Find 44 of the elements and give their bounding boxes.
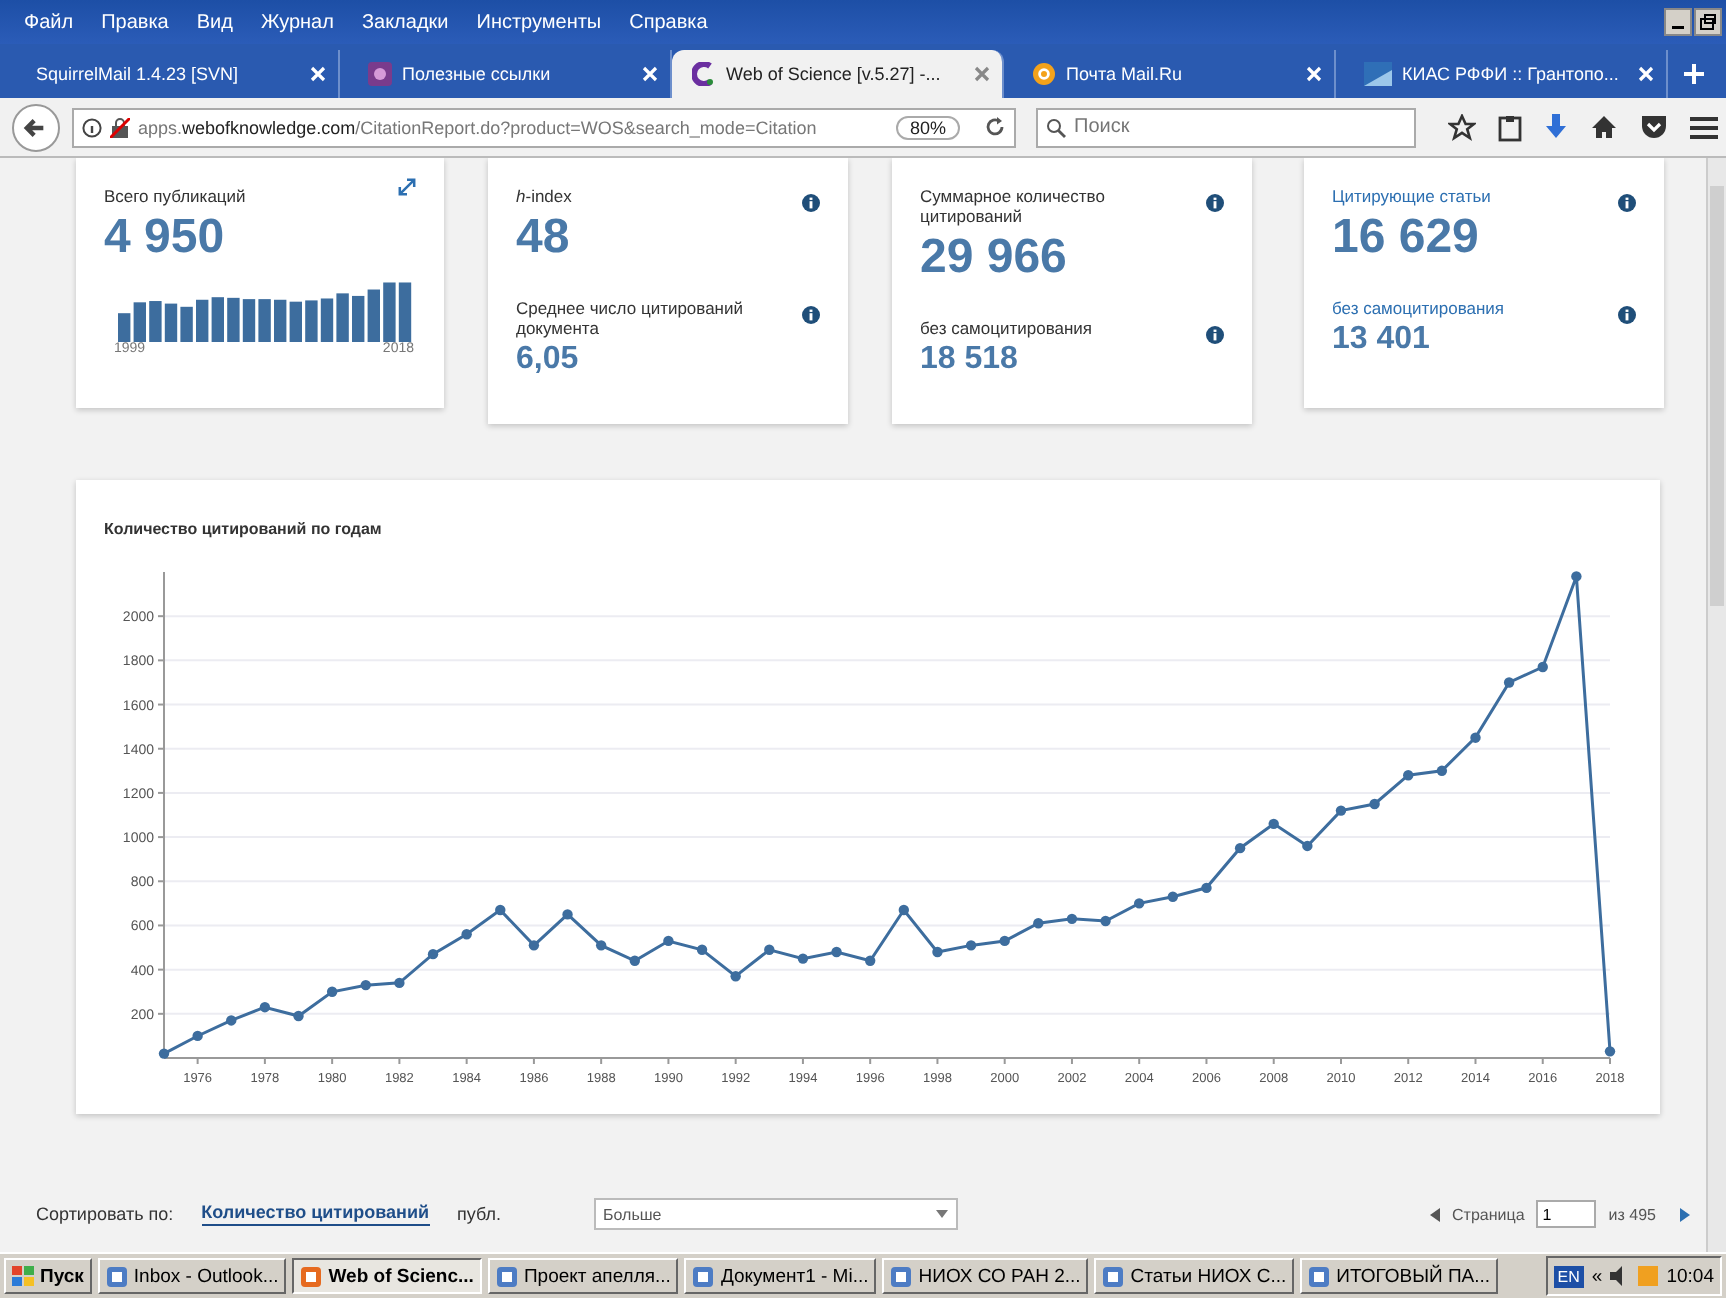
metric-label: h-index — [516, 186, 572, 206]
metric-label[interactable]: Цитирующие статьи — [1332, 186, 1491, 206]
menu-item[interactable]: Журнал — [260, 11, 334, 33]
metric-value: 16 629 — [1332, 210, 1479, 266]
start-button[interactable]: Пуск — [4, 1258, 92, 1294]
menu-item[interactable]: Вид — [196, 11, 233, 33]
menu-item[interactable]: Справка — [629, 11, 708, 33]
menu-item[interactable]: Правка — [101, 11, 169, 33]
taskbar-button[interactable]: Web of Scienc... — [292, 1258, 482, 1294]
metric-label[interactable]: без самоцитирования — [1332, 298, 1505, 318]
language-indicator[interactable]: EN — [1553, 1265, 1584, 1287]
search-field[interactable]: Поиск — [1036, 107, 1416, 147]
taskbar-button[interactable]: ИТОГОВЫЙ ПА... — [1300, 1258, 1499, 1294]
sort-option[interactable]: Количество цитирований — [201, 1202, 430, 1226]
taskbar-button[interactable]: Статьи НИОХ С... — [1094, 1258, 1295, 1294]
address-bar[interactable]: apps.webofknowledge.com/CitationReport.do?product=WOS&search_mode=Citation 80% — [72, 107, 1016, 147]
taskbar-button[interactable]: НИОХ СО РАН 2... — [882, 1258, 1089, 1294]
menu-item[interactable]: Файл — [24, 11, 74, 33]
page-input[interactable]: 1 — [1536, 1200, 1597, 1228]
zoom-level[interactable]: 80% — [895, 115, 960, 139]
clock: 10:04 — [1666, 1265, 1714, 1287]
browser-tab[interactable]: Web of Science [v.5.27] -... — [672, 50, 1004, 98]
sort-option[interactable]: публ. — [457, 1203, 502, 1225]
menu-item[interactable]: Закладки — [361, 11, 449, 33]
metric-value: 18 518 — [920, 342, 1018, 378]
metric-label: Суммарное количество цитирований — [920, 186, 1107, 226]
metric-label: Всего публикаций — [104, 186, 246, 206]
metric-value: 29 966 — [920, 230, 1067, 286]
menu-item[interactable]: Инструменты — [476, 11, 602, 33]
sort-dropdown[interactable]: Больше — [593, 1198, 958, 1230]
metric-value: 4 950 — [104, 210, 225, 266]
page-total: из 495 — [1608, 1205, 1656, 1223]
taskbar-button[interactable]: Проект апелля... — [487, 1258, 679, 1294]
tray-expand[interactable]: « — [1591, 1265, 1603, 1287]
taskbar-button[interactable]: Документ1 - Mi... — [684, 1258, 877, 1294]
metric-label: Среднее число цитирований документа — [516, 298, 745, 338]
metric-label: без самоцитирования — [920, 318, 1093, 338]
metric-value: 6,05 — [516, 342, 579, 378]
metric-value: 13 401 — [1332, 322, 1430, 358]
page-label: Страница — [1452, 1205, 1525, 1223]
taskbar-button[interactable]: Inbox - Outlook... — [97, 1258, 287, 1294]
metric-value: 48 — [516, 210, 570, 266]
sort-label: Сортировать по: — [36, 1204, 174, 1224]
chart-title: Количество цитирований по годам — [104, 520, 382, 538]
